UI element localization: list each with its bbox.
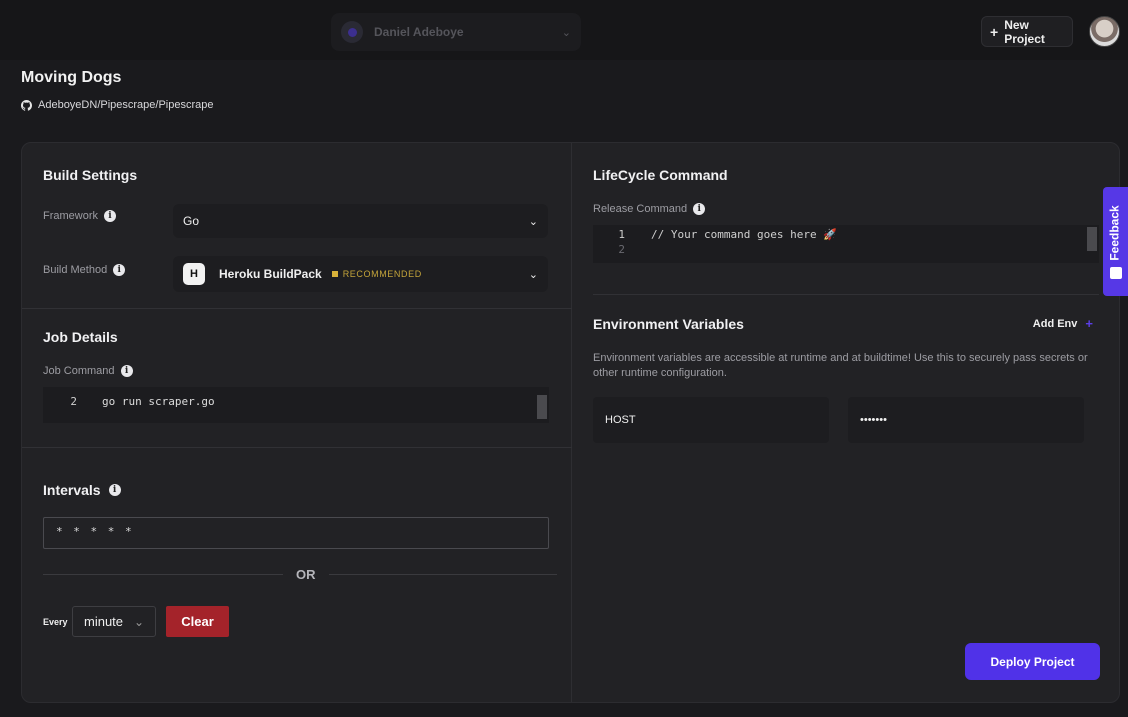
clear-button[interactable]: Clear — [166, 606, 229, 637]
page-title: Moving Dogs — [21, 69, 122, 86]
chevron-down-icon: ⌄ — [133, 614, 144, 629]
build-method-value: Heroku BuildPack — [219, 267, 322, 281]
plus-icon: + — [1085, 316, 1093, 331]
left-column: Build Settings Framework i Go ⌄ Build Me… — [22, 143, 572, 702]
feedback-tab[interactable]: Feedback — [1103, 187, 1128, 296]
info-icon[interactable]: i — [108, 484, 121, 496]
feedback-icon — [1110, 267, 1122, 279]
repo-path: AdeboyeDN/Pipescrape/Pipescrape — [38, 99, 214, 111]
job-command-label: Job Command i — [43, 365, 133, 377]
new-project-label: New Project — [1004, 17, 1045, 46]
interval-unit-value: minute — [84, 614, 124, 629]
or-label: OR — [296, 567, 316, 582]
or-separator: OR — [22, 567, 572, 582]
job-command-text: go run scraper.go — [102, 395, 215, 408]
deploy-project-button[interactable]: Deploy Project — [965, 643, 1100, 680]
every-label: Every — [43, 617, 68, 627]
chevron-down-icon: ⌄ — [528, 268, 538, 281]
account-switcher[interactable]: Daniel Adeboye ⌄ — [331, 13, 581, 51]
framework-select[interactable]: Go ⌄ — [173, 204, 548, 238]
divider — [22, 447, 572, 448]
framework-label-text: Framework — [43, 210, 99, 222]
intervals-heading: Intervals i — [43, 482, 121, 498]
account-icon — [341, 21, 363, 43]
job-command-editor[interactable]: 2 go run scraper.go — [43, 387, 549, 423]
cron-input[interactable]: * * * * * — [43, 517, 549, 549]
line-number: 2 — [618, 243, 625, 256]
interval-unit-select[interactable]: minute ⌄ — [72, 606, 156, 637]
avatar[interactable] — [1089, 16, 1120, 47]
build-method-label: Build Method i — [43, 264, 126, 276]
plus-icon: + — [990, 23, 999, 40]
release-command-label: Release Command i — [593, 203, 706, 215]
add-env-label: Add Env — [1032, 317, 1078, 330]
build-settings-heading: Build Settings — [43, 167, 138, 183]
job-details-heading: Job Details — [43, 329, 118, 345]
build-method-label-text: Build Method — [43, 264, 108, 276]
github-icon — [21, 99, 32, 111]
release-command-placeholder: // Your command goes here 🚀 — [651, 228, 837, 241]
account-name: Daniel Adeboye — [374, 25, 464, 39]
heroku-icon: H — [183, 263, 205, 285]
recommended-badge: RECOMMENDED — [332, 269, 422, 279]
new-project-button[interactable]: + New Project — [981, 16, 1073, 47]
add-env-button[interactable]: Add Env + — [1033, 316, 1093, 331]
chevron-down-icon: ⌄ — [561, 26, 571, 39]
feedback-label: Feedback — [1108, 205, 1123, 261]
line-number: 2 — [70, 395, 77, 408]
env-value-input[interactable]: ••••••• — [848, 397, 1084, 443]
env-heading: Environment Variables — [593, 316, 744, 332]
feedback-text-wrap: Feedback — [1104, 199, 1126, 267]
framework-value: Go — [183, 214, 200, 228]
divider — [43, 574, 283, 575]
info-icon[interactable]: i — [120, 365, 133, 377]
info-icon[interactable]: i — [113, 264, 126, 276]
divider — [22, 308, 572, 309]
editor-scrollbar[interactable] — [537, 395, 547, 419]
chevron-down-icon: ⌄ — [528, 215, 538, 228]
intervals-heading-text: Intervals — [43, 482, 101, 498]
framework-label: Framework i — [43, 210, 117, 222]
release-command-label-text: Release Command — [593, 203, 688, 215]
env-description: Environment variables are accessible at … — [593, 352, 1088, 379]
project-settings-card: Build Settings Framework i Go ⌄ Build Me… — [21, 142, 1120, 703]
env-key-input[interactable]: HOST — [593, 397, 829, 443]
repo-link[interactable]: AdeboyeDN/Pipescrape/Pipescrape — [21, 99, 214, 111]
editor-scrollbar[interactable] — [1087, 227, 1097, 251]
line-number: 1 — [618, 228, 625, 241]
lifecycle-heading: LifeCycle Command — [593, 167, 728, 183]
top-bar: Daniel Adeboye ⌄ + New Project — [0, 0, 1128, 60]
divider — [593, 294, 1099, 295]
release-command-editor[interactable]: 1 2 // Your command goes here 🚀 — [593, 225, 1099, 263]
info-icon[interactable]: i — [104, 210, 117, 222]
job-command-label-text: Job Command — [43, 365, 115, 377]
divider — [328, 574, 557, 575]
info-icon[interactable]: i — [693, 203, 706, 215]
build-method-select[interactable]: H Heroku BuildPack RECOMMENDED ⌄ — [173, 256, 548, 292]
right-column: LifeCycle Command Release Command i 1 2 … — [572, 143, 1119, 702]
